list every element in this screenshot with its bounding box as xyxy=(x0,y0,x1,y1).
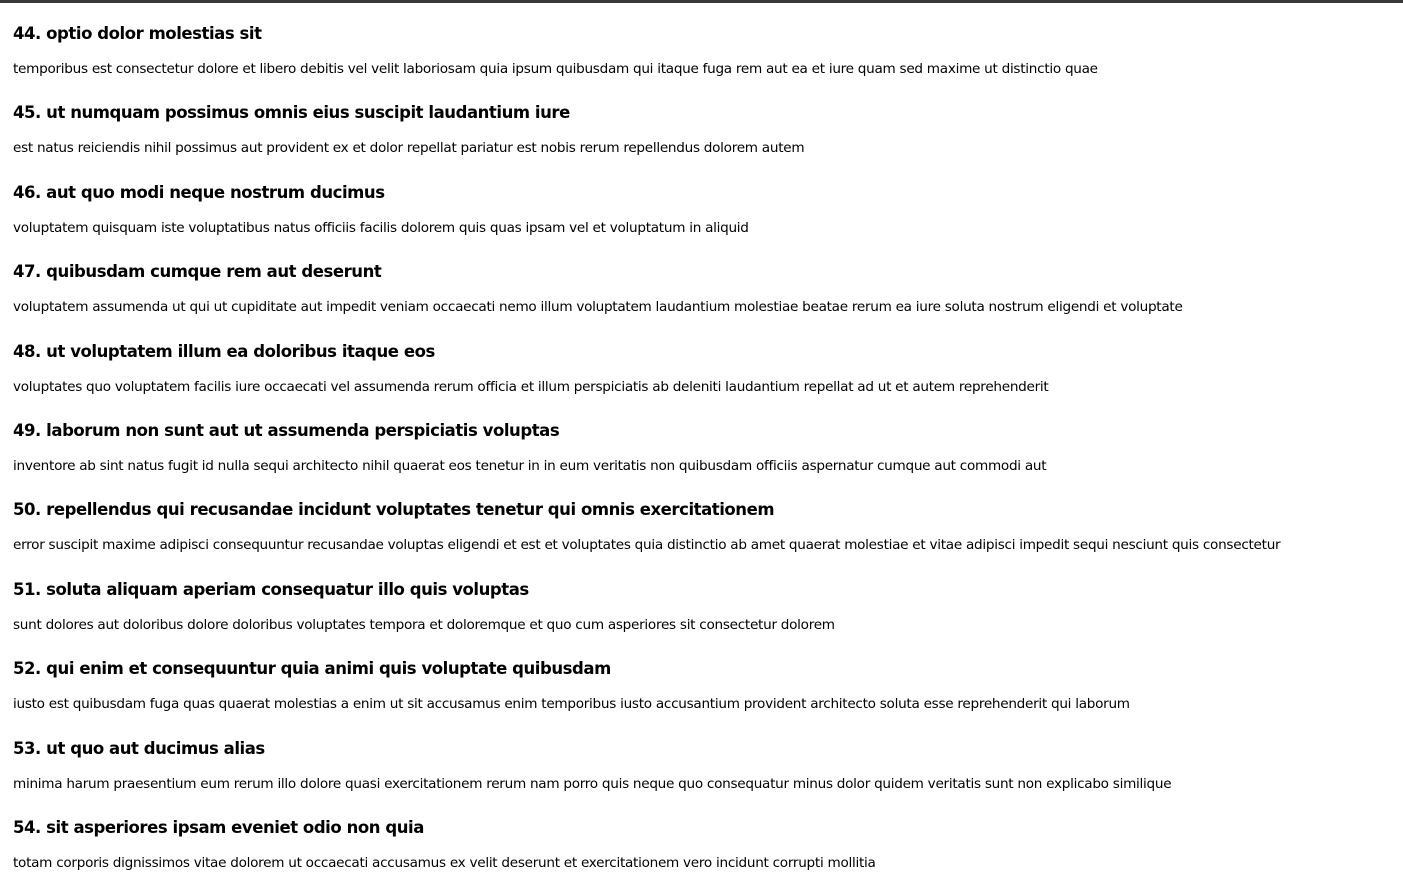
post-item: 44. optio dolor molestias sit temporibus… xyxy=(13,22,1393,101)
post-body: totam corporis dignissimos vitae dolorem… xyxy=(13,854,876,871)
post-title: 49. laborum non sunt aut ut assumenda pe… xyxy=(13,420,560,440)
post-body: voluptatem quisquam iste voluptatibus na… xyxy=(13,219,749,236)
post-body: error suscipit maxime adipisci consequun… xyxy=(13,537,1281,554)
post-title: 46. aut quo modi neque nostrum ducimus xyxy=(13,182,385,202)
post-body: voluptates quo voluptatem facilis iure o… xyxy=(13,378,1049,395)
post-item: 49. laborum non sunt aut ut assumenda pe… xyxy=(13,419,1393,498)
post-item: 51. soluta aliquam aperiam consequatur i… xyxy=(13,578,1393,657)
post-item: 48. ut voluptatem illum ea doloribus ita… xyxy=(13,340,1393,419)
post-body: voluptatem assumenda ut qui ut cupiditat… xyxy=(13,299,1183,316)
post-title: 53. ut quo aut ducimus alias xyxy=(13,738,265,758)
post-item: 46. aut quo modi neque nostrum ducimus v… xyxy=(13,181,1393,260)
post-item: 45. ut numquam possimus omnis eius susci… xyxy=(13,101,1393,180)
post-title: 51. soluta aliquam aperiam consequatur i… xyxy=(13,579,529,599)
post-body: sunt dolores aut doloribus dolore dolori… xyxy=(13,616,835,633)
post-title: 48. ut voluptatem illum ea doloribus ita… xyxy=(13,341,435,361)
post-body: inventore ab sint natus fugit id nulla s… xyxy=(13,457,1047,474)
post-item: 50. repellendus qui recusandae incidunt … xyxy=(13,498,1393,577)
post-body: iusto est quibusdam fuga quas quaerat mo… xyxy=(13,696,1130,713)
post-title: 44. optio dolor molestias sit xyxy=(13,24,262,43)
post-item: 53. ut quo aut ducimus alias minima haru… xyxy=(13,737,1393,816)
post-item: 52. qui enim et consequuntur quia animi … xyxy=(13,657,1393,736)
post-item: 54. sit asperiores ipsam eveniet odio no… xyxy=(13,816,1393,890)
post-list: 44. optio dolor molestias sit temporibus… xyxy=(13,22,1393,890)
post-title: 54. sit asperiores ipsam eveniet odio no… xyxy=(13,817,424,837)
top-border xyxy=(0,0,1403,3)
post-body: est natus reiciendis nihil possimus aut … xyxy=(13,140,805,157)
post-body: minima harum praesentium eum rerum illo … xyxy=(13,775,1172,792)
post-title: 47. quibusdam cumque rem aut deserunt xyxy=(13,262,382,282)
post-item: 47. quibusdam cumque rem aut deserunt vo… xyxy=(13,260,1393,339)
post-title: 52. qui enim et consequuntur quia animi … xyxy=(13,659,611,679)
post-title: 50. repellendus qui recusandae incidunt … xyxy=(13,500,775,520)
post-title: 45. ut numquam possimus omnis eius susci… xyxy=(13,103,570,123)
post-body: temporibus est consectetur dolore et lib… xyxy=(13,61,1098,77)
